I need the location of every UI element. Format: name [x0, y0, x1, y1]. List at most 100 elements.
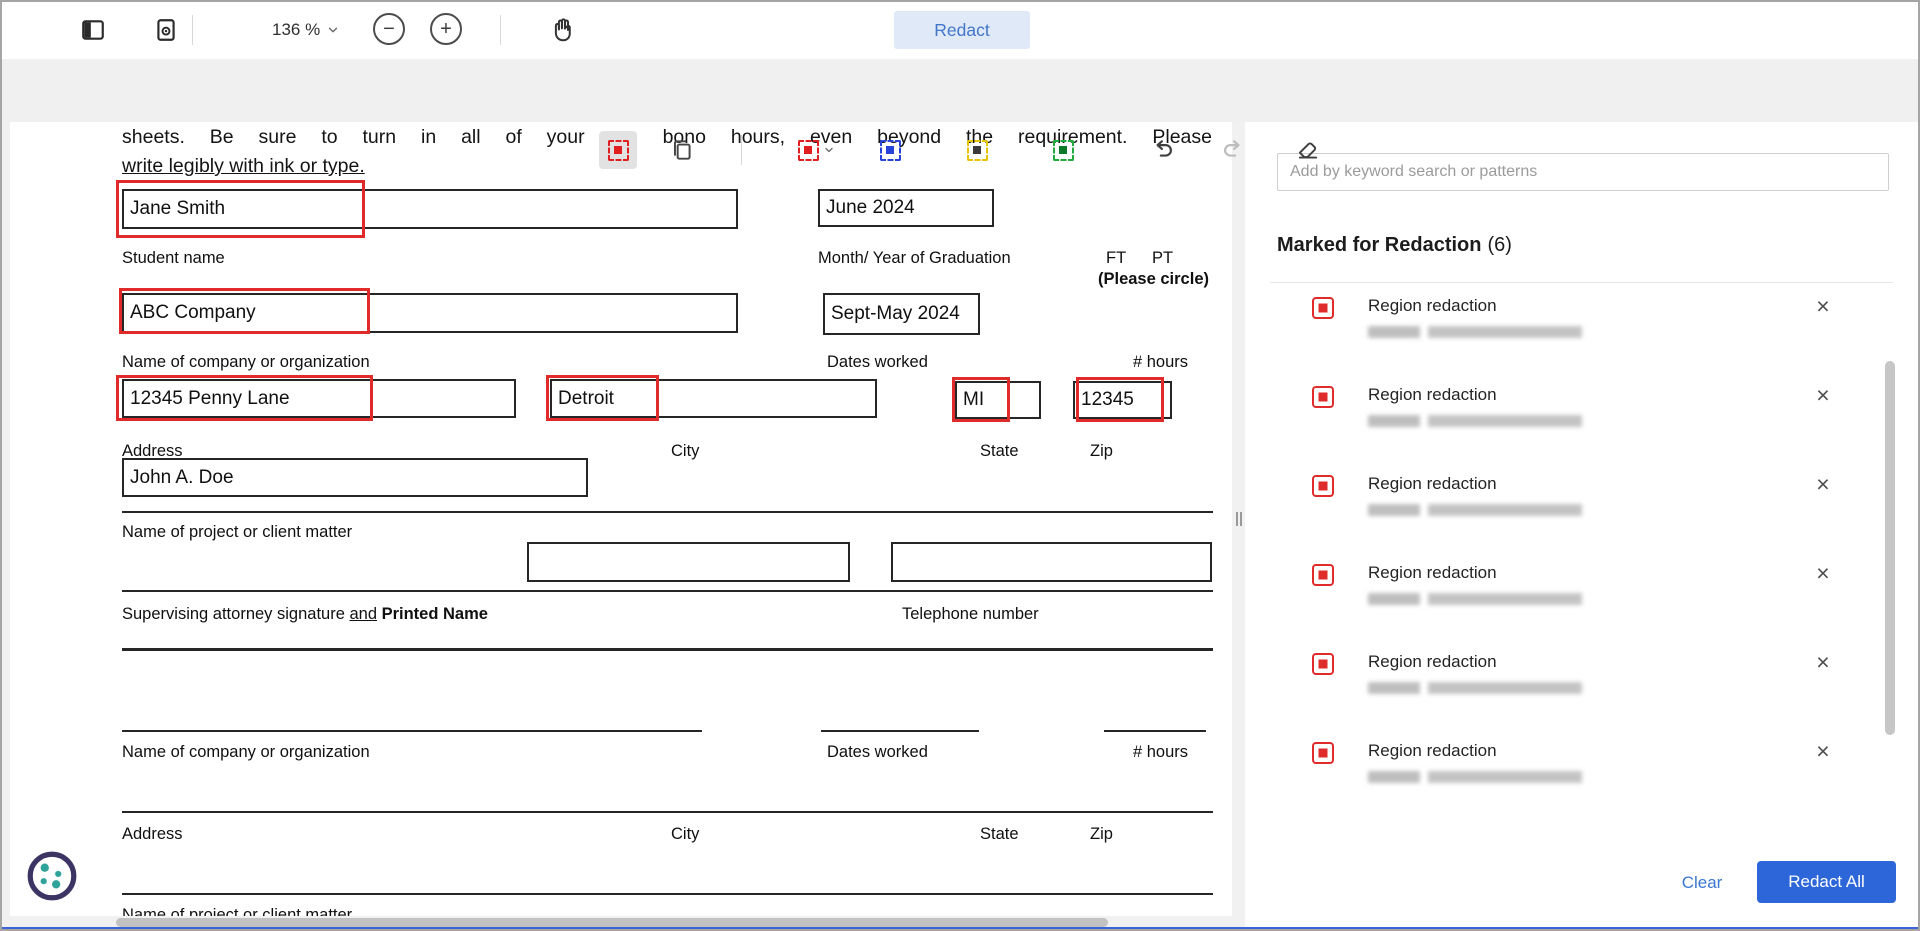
clear-button[interactable]: Clear [1657, 870, 1747, 896]
zoom-in-button[interactable]: + [430, 13, 462, 45]
redaction-item-title: Region redaction [1368, 652, 1497, 671]
state-label: State [980, 442, 1019, 460]
sidebar-toggle-button[interactable] [79, 16, 107, 44]
attorney-label-and: and [349, 605, 377, 623]
color-yellow-icon [966, 139, 988, 161]
chevron-down-icon [326, 23, 340, 37]
main-area: sheets. Be sure to turn in all of your p… [0, 122, 1920, 931]
page-settings-button[interactable] [152, 16, 180, 44]
color-yellow-button[interactable] [958, 131, 996, 169]
region-redaction-icon [1312, 653, 1334, 675]
undo-button[interactable] [1144, 131, 1182, 169]
toolbar-separator [741, 135, 742, 165]
remove-redaction-button[interactable]: × [1811, 471, 1835, 497]
dates-worked-label-2: Dates worked [827, 743, 928, 761]
copy-icon [669, 137, 695, 163]
company-label-2: Name of company or organization [122, 743, 370, 761]
pan-tool-button[interactable] [548, 15, 578, 45]
ft-label: FT [1106, 249, 1127, 267]
eraser-button[interactable] [1289, 131, 1327, 169]
redaction-list-item: Region redaction × [1270, 377, 1893, 466]
redaction-item-timestamp-blurred [1368, 771, 1596, 783]
project-value: John A. Doe [130, 466, 234, 488]
redaction-list: Region redaction × Region redaction × Re… [1270, 288, 1893, 822]
telephone-label: Telephone number [902, 605, 1039, 623]
color-red-button[interactable] [785, 131, 847, 169]
remove-redaction-button[interactable]: × [1811, 649, 1835, 675]
eraser-icon [1295, 137, 1321, 163]
redaction-list-item: Region redaction × [1270, 733, 1893, 822]
color-blue-icon [879, 139, 901, 161]
toolbar-separator [500, 15, 501, 45]
color-green-icon [1052, 139, 1074, 161]
minus-icon: − [383, 18, 395, 40]
redaction-item-title: Region redaction [1368, 474, 1497, 493]
zoom-level-dropdown[interactable]: 136 % [272, 14, 340, 46]
telephone-field [891, 542, 1212, 582]
redo-button[interactable] [1214, 131, 1252, 169]
region-redaction-tool-button[interactable] [599, 131, 637, 169]
sidebar-toggle-icon [80, 17, 106, 43]
color-green-button[interactable] [1044, 131, 1082, 169]
form-line-heavy [122, 648, 1213, 651]
form-line [122, 590, 1213, 592]
redact-mode-button[interactable]: Redact [894, 11, 1030, 49]
window-bottom-accent [0, 927, 1920, 931]
redaction-list-item: Region redaction × [1270, 466, 1893, 555]
heading-divider [1270, 282, 1893, 283]
project-label-2: Name of project or client matter [122, 906, 353, 916]
dates-worked-field: Sept-May 2024 [823, 293, 980, 335]
dates-worked-value: Sept-May 2024 [831, 303, 960, 324]
project-label: Name of project or client matter [122, 523, 353, 541]
redaction-sidebar: Marked for Redaction(6) Region redaction… [1245, 122, 1918, 931]
horizontal-scrollbar-thumb[interactable] [116, 918, 1108, 927]
page-settings-icon [153, 17, 179, 43]
remove-redaction-button[interactable]: × [1811, 560, 1835, 586]
redaction-item-timestamp-blurred [1368, 504, 1596, 516]
dates-worked-label: Dates worked [827, 353, 928, 371]
heading-count: (6) [1487, 234, 1512, 256]
redaction-region-student-name[interactable] [116, 180, 365, 238]
remove-redaction-button[interactable]: × [1811, 382, 1835, 408]
form-line [1104, 730, 1206, 732]
zoom-out-button[interactable]: − [373, 13, 405, 45]
color-red-icon [797, 139, 819, 161]
zoom-value: 136 % [272, 20, 321, 39]
redact-all-button[interactable]: Redact All [1757, 861, 1896, 903]
redaction-region-address[interactable] [116, 375, 373, 421]
remove-redaction-button[interactable]: × [1811, 738, 1835, 764]
redaction-item-title: Region redaction [1368, 741, 1497, 760]
redaction-region-zip[interactable] [1076, 377, 1164, 422]
graduation-value: June 2024 [826, 197, 915, 218]
color-blue-button[interactable] [871, 131, 909, 169]
top-toolbar: 136 % − + Redact [0, 0, 1920, 59]
state-label-2: State [980, 825, 1019, 843]
redaction-item-title: Region redaction [1368, 296, 1497, 315]
redaction-region-company[interactable] [119, 288, 370, 334]
panel-resize-handle[interactable] [1235, 512, 1242, 526]
hours-label: # hours [1133, 353, 1189, 371]
sidebar-scrollbar-thumb[interactable] [1885, 361, 1895, 735]
form-line [821, 730, 979, 732]
form-line [122, 730, 702, 732]
form-line [122, 811, 1213, 813]
pt-label: PT [1152, 249, 1174, 267]
redaction-region-city[interactable] [546, 375, 659, 421]
toolbar-separator [192, 15, 193, 45]
attorney-label-prefix: Supervising attorney signature [122, 605, 350, 623]
redaction-list-item: Region redaction × [1270, 555, 1893, 644]
keyword-search-input[interactable] [1277, 153, 1889, 191]
remove-redaction-button[interactable]: × [1811, 293, 1835, 319]
duplicate-redaction-button[interactable] [663, 131, 701, 169]
undo-icon [1150, 137, 1176, 163]
redaction-item-timestamp-blurred [1368, 682, 1596, 694]
redaction-item-title: Region redaction [1368, 563, 1497, 582]
redaction-item-timestamp-blurred [1368, 415, 1596, 427]
redaction-toolbar [0, 59, 1920, 169]
company-label: Name of company or organization [122, 353, 370, 371]
city-label-2: City [671, 825, 700, 843]
plus-icon: + [440, 18, 452, 40]
address-label-2: Address [122, 825, 183, 843]
region-redaction-icon [1312, 564, 1334, 586]
redaction-region-state[interactable] [952, 377, 1010, 422]
